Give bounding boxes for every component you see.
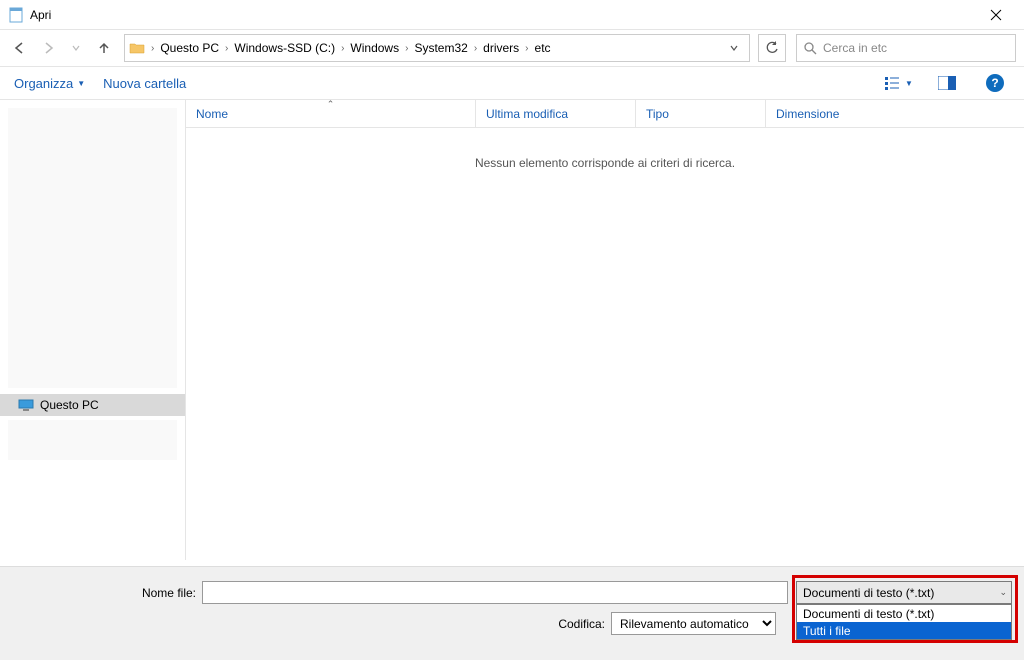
filetype-selected: Documenti di testo (*.txt) bbox=[803, 586, 934, 600]
crumb-etc[interactable]: etc bbox=[531, 41, 555, 55]
crumb-windows[interactable]: Windows bbox=[346, 41, 403, 55]
forward-button[interactable] bbox=[36, 36, 60, 60]
breadcrumb[interactable]: › Questo PC › Windows-SSD (C:) › Windows… bbox=[124, 34, 750, 62]
column-modified-label: Ultima modifica bbox=[486, 107, 568, 121]
sort-asc-icon: ⌃ bbox=[327, 99, 335, 110]
search-icon bbox=[803, 41, 817, 55]
new-folder-label: Nuova cartella bbox=[103, 76, 186, 91]
column-size[interactable]: Dimensione bbox=[766, 100, 876, 127]
titlebar: Apri bbox=[0, 0, 1024, 30]
search-input[interactable]: Cerca in etc bbox=[796, 34, 1016, 62]
chevron-right-icon[interactable]: › bbox=[403, 43, 410, 54]
chevron-down-icon: ⌄ bbox=[999, 587, 1007, 598]
column-type-label: Tipo bbox=[646, 107, 669, 121]
encoding-label: Codifica: bbox=[558, 617, 611, 631]
filetype-dropdown: Documenti di testo (*.txt) Tutti i file bbox=[796, 604, 1012, 640]
close-button[interactable] bbox=[976, 0, 1016, 30]
navigation-pane[interactable]: Questo PC bbox=[0, 100, 186, 560]
folder-icon bbox=[129, 40, 145, 56]
empty-message: Nessun elemento corrisponde ai criteri d… bbox=[186, 128, 1024, 170]
crumb-drivers[interactable]: drivers bbox=[479, 41, 523, 55]
encoding-select[interactable]: Rilevamento automatico bbox=[611, 612, 776, 635]
thispc-icon bbox=[18, 399, 34, 411]
organize-label: Organizza bbox=[14, 76, 73, 91]
column-headers: Nome ⌃ Ultima modifica Tipo Dimensione bbox=[186, 100, 1024, 128]
help-button[interactable]: ? bbox=[980, 71, 1010, 95]
side-placeholder2 bbox=[8, 420, 177, 460]
file-list: Nome ⌃ Ultima modifica Tipo Dimensione N… bbox=[186, 100, 1024, 560]
refresh-button[interactable] bbox=[758, 34, 786, 62]
column-modified[interactable]: Ultima modifica bbox=[476, 100, 636, 127]
chevron-down-icon[interactable] bbox=[727, 43, 745, 53]
crumb-drive[interactable]: Windows-SSD (C:) bbox=[230, 41, 339, 55]
bottom-panel: Nome file: Documenti di testo (*.txt) ⌄ … bbox=[0, 566, 1024, 660]
crumb-system32[interactable]: System32 bbox=[410, 41, 471, 55]
main-area: Questo PC Nome ⌃ Ultima modifica Tipo Di… bbox=[0, 100, 1024, 560]
sidebar-item-thispc[interactable]: Questo PC bbox=[0, 394, 185, 416]
filename-label: Nome file: bbox=[12, 586, 202, 600]
crumb-thispc[interactable]: Questo PC bbox=[156, 41, 223, 55]
back-button[interactable] bbox=[8, 36, 32, 60]
filetype-combo[interactable]: Documenti di testo (*.txt) ⌄ bbox=[796, 581, 1012, 604]
app-icon bbox=[8, 7, 24, 23]
view-options-button[interactable]: ▼ bbox=[884, 71, 914, 95]
side-placeholder bbox=[8, 108, 177, 388]
help-icon: ? bbox=[986, 74, 1004, 92]
filename-input[interactable] bbox=[202, 581, 788, 604]
recent-dropdown[interactable] bbox=[64, 36, 88, 60]
preview-pane-button[interactable] bbox=[932, 71, 962, 95]
column-type[interactable]: Tipo bbox=[636, 100, 766, 127]
command-bar: Organizza ▼ Nuova cartella ▼ ? bbox=[0, 66, 1024, 100]
nav-row: › Questo PC › Windows-SSD (C:) › Windows… bbox=[0, 30, 1024, 66]
column-name[interactable]: Nome ⌃ bbox=[186, 100, 476, 127]
chevron-right-icon[interactable]: › bbox=[223, 43, 230, 54]
sidebar-thispc-label: Questo PC bbox=[40, 398, 99, 412]
chevron-right-icon[interactable]: › bbox=[339, 43, 346, 54]
chevron-right-icon[interactable]: › bbox=[523, 43, 530, 54]
filetype-option-all[interactable]: Tutti i file bbox=[797, 622, 1011, 639]
window-title: Apri bbox=[30, 8, 976, 22]
chevron-right-icon[interactable]: › bbox=[472, 43, 479, 54]
search-placeholder: Cerca in etc bbox=[823, 41, 887, 55]
column-size-label: Dimensione bbox=[776, 107, 839, 121]
column-name-label: Nome bbox=[196, 107, 228, 121]
up-button[interactable] bbox=[92, 36, 116, 60]
organize-menu[interactable]: Organizza ▼ bbox=[14, 76, 85, 91]
filetype-option-txt[interactable]: Documenti di testo (*.txt) bbox=[797, 605, 1011, 622]
new-folder-button[interactable]: Nuova cartella bbox=[103, 76, 186, 91]
chevron-right-icon[interactable]: › bbox=[149, 43, 156, 54]
dropdown-arrow-icon: ▼ bbox=[77, 79, 85, 88]
